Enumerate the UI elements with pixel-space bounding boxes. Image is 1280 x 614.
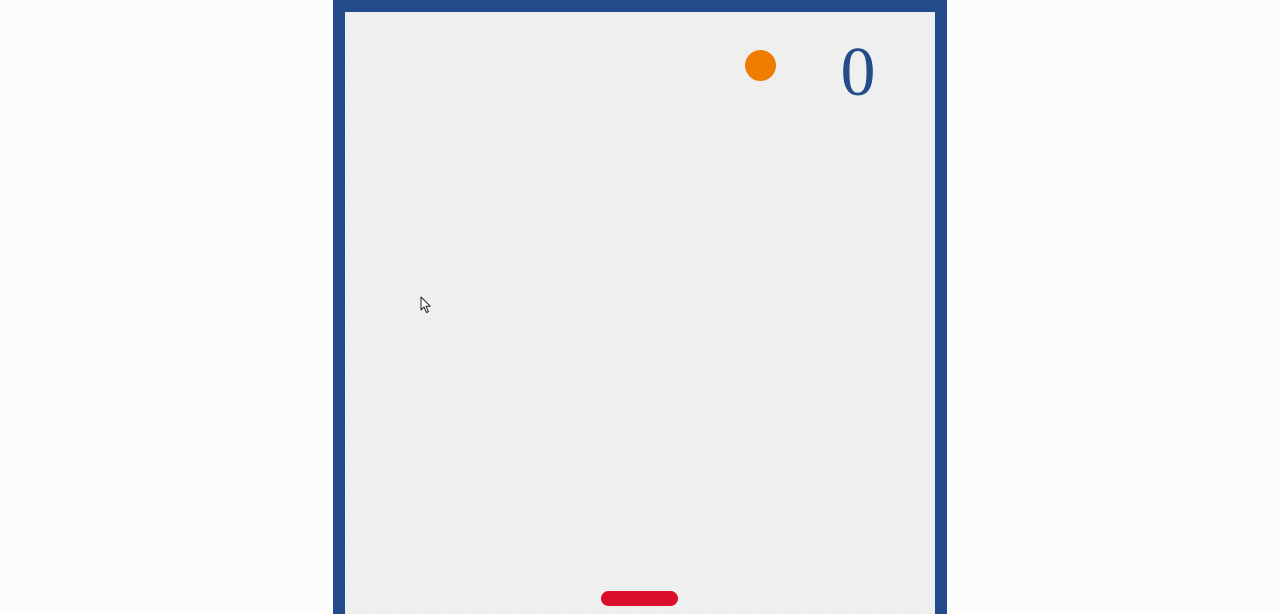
paddle[interactable] (601, 591, 678, 606)
ball (745, 50, 776, 81)
mouse-pointer-icon (420, 296, 431, 313)
score-display: 0 (840, 34, 876, 111)
page: 0 (0, 0, 1280, 614)
